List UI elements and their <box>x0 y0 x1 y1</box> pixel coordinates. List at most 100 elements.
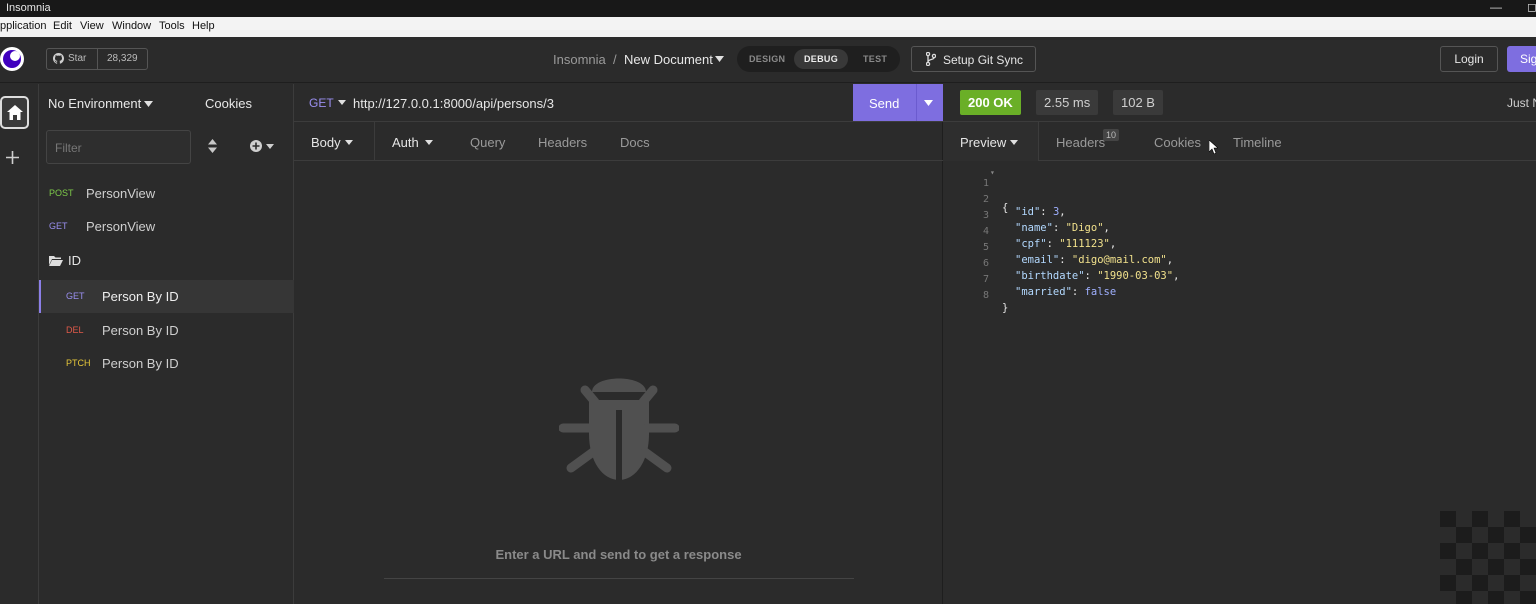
method-badge: PTCH <box>66 358 91 368</box>
empty-state-message: Enter a URL and send to get a response <box>495 547 742 562</box>
response-status-bar: 200 OK 2.55 ms 102 B Just N <box>943 84 1536 122</box>
url-input[interactable]: http://127.0.0.1:8000/api/persons/3 <box>353 96 554 111</box>
github-star-label: Star <box>68 53 87 64</box>
json-comma: , <box>1109 238 1117 250</box>
tab-cookies[interactable]: Cookies <box>1154 135 1201 150</box>
cookies-button[interactable]: Cookies <box>205 96 252 111</box>
sidebar: No Environment Cookies Filter POST Perso… <box>39 84 294 604</box>
tab-body[interactable]: Body <box>311 135 341 150</box>
menu-application[interactable]: pplication <box>0 20 46 32</box>
code-text: { <box>1002 202 1009 214</box>
request-name: PersonView <box>86 186 156 201</box>
code-line: 4 "cpf": "111123", <box>943 214 1116 250</box>
menu-help[interactable]: Help <box>192 20 215 32</box>
line-number: 8 <box>982 290 989 301</box>
json-comma: , <box>1173 270 1180 282</box>
top-bar: Star 28,329 Insomnia / New Document DESI… <box>0 37 1536 83</box>
mode-design[interactable]: DESIGN <box>749 54 785 64</box>
json-value: false <box>1084 286 1117 298</box>
bug-icon <box>559 378 679 480</box>
chevron-down-icon[interactable] <box>425 140 433 145</box>
headers-count-badge: 10 <box>1103 129 1120 141</box>
window-titlebar: Insomnia — ◻ <box>0 0 1536 17</box>
response-tabs: Preview Headers 10 Cookies Timeline <box>943 122 1536 161</box>
chevron-down-icon[interactable] <box>924 100 933 106</box>
url-bar: GET http://127.0.0.1:8000/api/persons/3 … <box>294 84 943 122</box>
tab-auth[interactable]: Auth <box>392 135 419 150</box>
plus-icon[interactable] <box>6 151 19 164</box>
add-request-icon[interactable] <box>250 140 276 152</box>
github-star-count: 28,329 <box>107 53 138 64</box>
git-sync-label: Setup Git Sync <box>943 53 1024 67</box>
login-button[interactable]: Login <box>1440 46 1498 72</box>
request-name: Person By ID <box>102 356 179 371</box>
chevron-down-icon[interactable] <box>144 101 153 107</box>
response-time-ago: Just N <box>1507 96 1536 110</box>
json-key: "cpf" <box>1015 238 1047 250</box>
code-text: } <box>1002 302 1009 314</box>
chevron-down-icon[interactable] <box>345 140 353 145</box>
menu-view[interactable]: View <box>80 20 104 32</box>
sidebar-request-del-person-by-id[interactable]: DEL Person By ID <box>39 314 294 347</box>
mouse-cursor-icon <box>1209 140 1218 154</box>
tab-preview[interactable]: Preview <box>960 135 1006 150</box>
folder-open-icon <box>49 256 63 266</box>
home-button[interactable] <box>0 96 29 129</box>
tab-headers[interactable]: Headers <box>1056 135 1105 150</box>
code-line: 7 "married": false <box>943 262 1116 298</box>
git-branch-icon <box>926 52 936 66</box>
request-name: PersonView <box>86 219 156 234</box>
sidebar-folder-id[interactable]: ID <box>39 244 294 277</box>
response-time-badge: 2.55 ms <box>1036 90 1099 115</box>
sidebar-request-get-personview[interactable]: GET PersonView <box>39 210 294 243</box>
github-star-button[interactable]: Star 28,329 <box>46 48 148 70</box>
tab-docs[interactable]: Docs <box>620 135 650 150</box>
breadcrumb-root[interactable]: Insomnia <box>553 52 606 67</box>
json-value: "Digo" <box>1065 222 1104 234</box>
request-name: Person By ID <box>102 323 179 338</box>
sidebar-request-post-personview[interactable]: POST PersonView <box>39 177 294 210</box>
sidebar-request-get-person-by-id[interactable]: GET Person By ID <box>39 280 294 313</box>
folder-name: ID <box>68 253 81 268</box>
menu-edit[interactable]: Edit <box>53 20 72 32</box>
menu-tools[interactable]: Tools <box>159 20 185 32</box>
tab-timeline[interactable]: Timeline <box>1233 135 1282 150</box>
left-rail <box>0 84 39 604</box>
tab-query[interactable]: Query <box>470 135 505 150</box>
divider <box>374 122 375 160</box>
code-line: 5 "email": "digo@mail.com", <box>943 230 1173 266</box>
send-label: Send <box>869 96 900 111</box>
method-badge: POST <box>49 188 74 198</box>
method-selector[interactable]: GET <box>309 96 334 110</box>
code-line: 3 "name": "Digo", <box>943 198 1110 234</box>
minimize-icon[interactable]: — <box>1490 0 1502 14</box>
breadcrumb-document[interactable]: New Document <box>624 52 713 67</box>
sidebar-request-ptch-person-by-id[interactable]: PTCH Person By ID <box>39 347 294 380</box>
json-value: "1990-03-03" <box>1097 270 1174 282</box>
transparency-pattern <box>1440 511 1536 604</box>
chevron-down-icon[interactable] <box>715 56 724 62</box>
send-button[interactable]: Send <box>853 84 943 121</box>
chevron-down-icon[interactable] <box>338 100 346 105</box>
sort-icon[interactable] <box>208 139 217 153</box>
signup-button[interactable]: Sig <box>1507 46 1536 72</box>
fold-icon[interactable]: ▾ <box>990 168 995 177</box>
maximize-icon[interactable]: ◻ <box>1527 0 1536 14</box>
json-key: "id" <box>1015 206 1041 218</box>
insomnia-logo-icon[interactable] <box>0 45 25 73</box>
setup-git-sync-button[interactable]: Setup Git Sync <box>911 46 1036 72</box>
chevron-down-icon[interactable] <box>1010 140 1018 145</box>
filter-input[interactable]: Filter <box>46 130 191 164</box>
github-icon <box>53 53 64 64</box>
tab-headers[interactable]: Headers <box>538 135 587 150</box>
mode-debug[interactable]: DEBUG <box>794 49 849 69</box>
environment-selector[interactable]: No Environment <box>48 96 141 111</box>
code-line: 8 } <box>943 278 1008 314</box>
json-key: "married" <box>1015 286 1072 298</box>
mode-test[interactable]: TEST <box>863 54 887 64</box>
request-tabs: Body Auth Query Headers Docs <box>294 122 943 161</box>
window-title: Insomnia <box>6 2 51 14</box>
menu-window[interactable]: Window <box>112 20 151 32</box>
json-value: "digo@mail.com" <box>1071 254 1167 266</box>
divider <box>384 578 854 579</box>
